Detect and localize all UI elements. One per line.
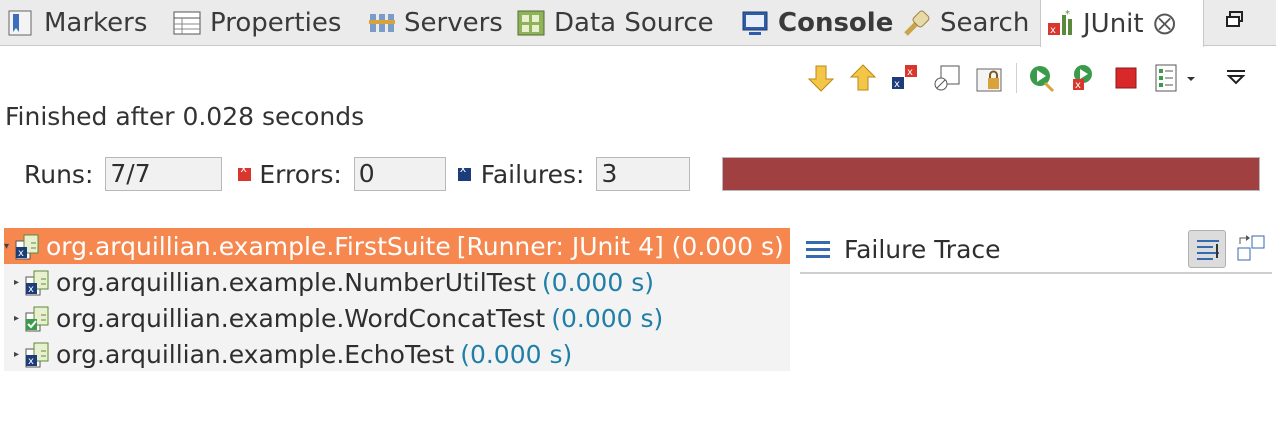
failure-trace-header: Failure Trace: [800, 226, 1272, 274]
test-suffix: (0.000 s): [460, 339, 573, 369]
expanded-icon[interactable]: ▾: [4, 241, 14, 252]
test-progress-bar: [722, 157, 1260, 191]
previous-failure-icon[interactable]: [848, 63, 878, 93]
stack-trace-icon: [806, 239, 830, 259]
test-name: org.arquillian.example.WordConcatTest: [56, 303, 546, 333]
tree-row-test[interactable]: ▸ org.arquillian.example.WordConcatTest …: [14, 300, 663, 336]
search-icon: [902, 8, 932, 38]
collapsed-icon[interactable]: ▸: [14, 313, 24, 324]
tab-label: Markers: [44, 8, 148, 38]
test-run-history-icon[interactable]: [1153, 63, 1197, 93]
tree-row-test[interactable]: ▸ x org.arquillian.example.NumberUtilTes…: [14, 264, 654, 300]
scroll-lock-icon[interactable]: [974, 63, 1004, 93]
runs-label: Runs:: [24, 159, 94, 189]
filter-stack-trace-icon[interactable]: [1188, 230, 1226, 268]
test-name: org.arquillian.example.EchoTest: [56, 339, 455, 369]
failure-icon: [457, 162, 471, 181]
svg-text:x: x: [907, 67, 913, 78]
svg-text:x: x: [28, 356, 34, 367]
test-failure-icon: x: [24, 267, 52, 297]
toolbar-separator: [1016, 63, 1017, 93]
tab-search[interactable]: Search: [902, 0, 1029, 46]
junit-icon: x *: [1045, 9, 1075, 39]
close-icon[interactable]: ⨂: [1154, 11, 1176, 36]
svg-text:x: x: [1075, 80, 1081, 91]
test-name: org.arquillian.example.FirstSuite: [46, 231, 451, 261]
tree-row-suite[interactable]: ▾ x org.arquillian.example.FirstSuite [R…: [4, 228, 790, 264]
failure-trace-title: Failure Trace: [844, 234, 1001, 264]
junit-toolbar: xx x: [806, 58, 1263, 98]
tab-data-source[interactable]: Data Source: [516, 0, 714, 46]
tab-label: JUnit: [1083, 8, 1144, 39]
svg-text:*: *: [1065, 9, 1070, 20]
svg-text:x: x: [28, 284, 34, 295]
show-failures-only-icon[interactable]: xx: [890, 63, 920, 93]
svg-text:x: x: [894, 79, 900, 90]
errors-value: 0: [353, 157, 446, 191]
runs-value: 7/7: [105, 157, 223, 191]
stop-icon[interactable]: [1111, 63, 1141, 93]
tab-label: Data Source: [554, 8, 714, 38]
test-suffix: [Runner: JUnit 4] (0.000 s): [456, 231, 784, 261]
console-icon: [740, 8, 770, 38]
tab-label: Properties: [210, 8, 342, 38]
tree-row-test[interactable]: ▸ x org.arquillian.example.EchoTest (0.0…: [14, 336, 572, 372]
errors-label: Errors:: [259, 159, 342, 189]
properties-icon: [172, 8, 202, 38]
tab-markers[interactable]: Markers: [6, 0, 147, 46]
test-failure-icon: x: [24, 339, 52, 369]
next-failure-icon[interactable]: [806, 63, 836, 93]
collapsed-icon[interactable]: ▸: [14, 277, 24, 288]
failures-value: 3: [596, 157, 691, 191]
view-menu-icon[interactable]: [1221, 63, 1251, 93]
tab-junit[interactable]: x * JUnit ⨂: [1040, 0, 1204, 47]
rerun-test-icon[interactable]: [1027, 63, 1057, 93]
rerun-failures-first-icon[interactable]: x: [1069, 63, 1099, 93]
tab-label: Console: [778, 8, 894, 38]
data-source-icon: [516, 8, 546, 38]
test-success-icon: [24, 303, 52, 333]
servers-icon: [366, 8, 396, 38]
tab-console[interactable]: Console: [740, 0, 893, 46]
markers-icon: [6, 8, 36, 38]
svg-text:x: x: [1050, 25, 1056, 36]
suite-failure-icon: x: [14, 231, 42, 261]
run-status-text: Finished after 0.028 seconds: [5, 102, 365, 131]
restore-icon[interactable]: [1224, 9, 1246, 31]
tab-servers[interactable]: Servers: [366, 0, 503, 46]
collapsed-icon[interactable]: ▸: [14, 349, 24, 360]
compare-result-icon[interactable]: [1232, 230, 1270, 268]
tab-label: Search: [940, 8, 1030, 38]
error-icon: [238, 162, 252, 181]
test-name: org.arquillian.example.NumberUtilTest: [56, 267, 536, 297]
view-tab-bar: Markers Properties Servers Data Source C…: [0, 0, 1276, 47]
tab-properties[interactable]: Properties: [172, 0, 341, 46]
counters-row: Runs: 7/7 Errors: 0 Failures: 3: [24, 157, 691, 191]
svg-text:x: x: [18, 248, 24, 259]
test-tree: ▾ x org.arquillian.example.FirstSuite [R…: [4, 228, 790, 371]
test-suffix: (0.000 s): [541, 267, 654, 297]
tab-label: Servers: [404, 8, 503, 38]
show-skipped-icon[interactable]: [932, 63, 962, 93]
failures-label: Failures:: [480, 159, 585, 189]
test-suffix: (0.000 s): [551, 303, 664, 333]
